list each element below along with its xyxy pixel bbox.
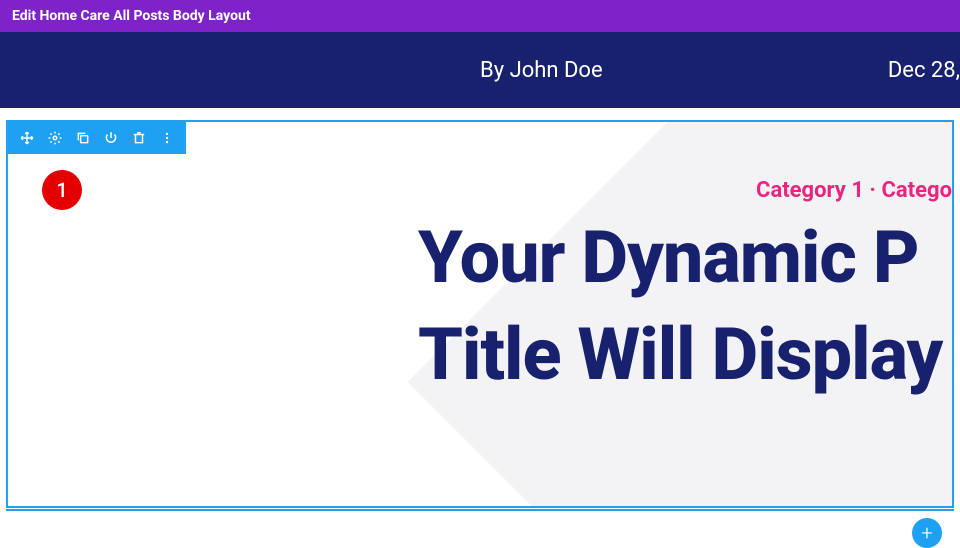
post-meta-band: By John Doe Dec 28, [0, 32, 960, 108]
step-number: 1 [56, 178, 67, 202]
duplicate-icon[interactable] [76, 131, 90, 145]
post-title-line-1: Your Dynamic P [418, 217, 952, 300]
move-icon[interactable] [20, 131, 34, 145]
trash-icon[interactable] [132, 131, 146, 145]
step-badge: 1 [42, 170, 82, 210]
post-author: By John Doe [480, 58, 603, 83]
post-content: Category 1 · Catego Your Dynamic P Title… [418, 178, 952, 397]
power-icon[interactable] [104, 131, 118, 145]
editor-title: Edit Home Care All Posts Body Layout [12, 8, 251, 24]
gear-icon[interactable] [48, 131, 62, 145]
post-title-line-2: Title Will Display [418, 314, 952, 397]
section-bottom-border [6, 509, 954, 511]
section-toolbar [8, 122, 186, 154]
editor-top-bar: Edit Home Care All Posts Body Layout [0, 0, 960, 32]
plus-icon: + [921, 521, 932, 545]
post-categories: Category 1 · Catego [418, 178, 952, 203]
selected-section[interactable]: 1 Category 1 · Catego Your Dynamic P Tit… [6, 120, 954, 508]
post-date: Dec 28, [888, 58, 960, 83]
more-icon[interactable] [160, 131, 174, 145]
